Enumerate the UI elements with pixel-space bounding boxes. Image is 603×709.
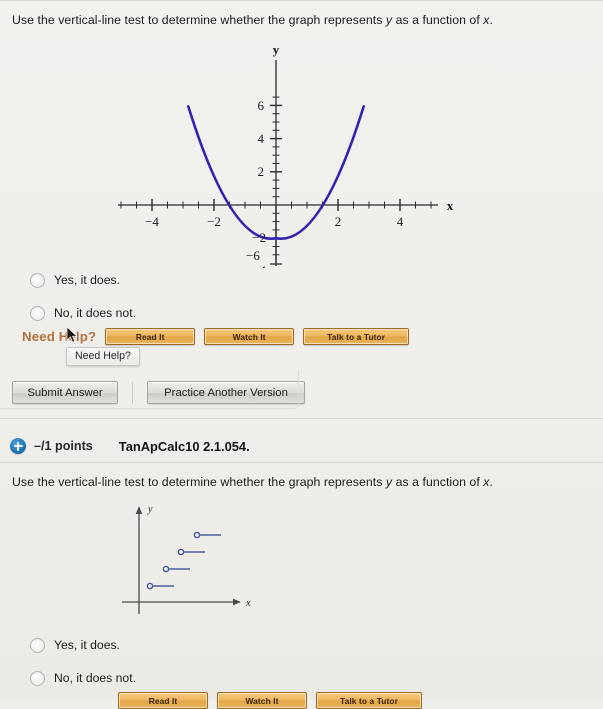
graph-1-axes xyxy=(118,60,438,262)
graph-2-step-function: y x xyxy=(112,498,272,616)
need-help-label-1: Need Help? xyxy=(22,329,97,344)
question-2-options: Yes, it does. No, it does not. xyxy=(30,633,136,690)
talk-to-a-tutor-button-1[interactable]: Talk to a Tutor xyxy=(303,328,410,345)
q2-prompt-mid: as a function of xyxy=(392,475,484,489)
radio-yes-2[interactable] xyxy=(30,637,45,653)
graph-2-open-endpoints xyxy=(146,531,201,590)
question-1-options: Yes, it does. No, it does not. xyxy=(30,268,136,325)
xtick-4: 4 xyxy=(397,214,404,229)
q2-prompt-suffix: . xyxy=(489,475,493,489)
section-2-bottom-divider xyxy=(0,462,603,463)
plus-circle-icon[interactable] xyxy=(10,438,26,454)
open-circle-2 xyxy=(162,565,170,573)
read-it-button-2[interactable]: Read It xyxy=(118,692,208,709)
xtick--4: −4 xyxy=(145,214,159,229)
ytick-4: 4 xyxy=(258,131,265,146)
option-label-yes-1: Yes, it does. xyxy=(54,273,120,287)
radio-no-1[interactable] xyxy=(30,305,45,321)
points-bar-2: –/1 points TanApCalc10 2.1.054. xyxy=(10,438,250,454)
graph-1-y-axis-lower xyxy=(270,205,282,266)
points-text-2: –/1 points xyxy=(34,439,93,453)
option-yes-it-does-1[interactable]: Yes, it does. xyxy=(30,268,136,292)
q1-prompt-prefix: Use the vertical-line test to determine … xyxy=(12,13,386,27)
page-root: Use the vertical-line test to determine … xyxy=(0,0,603,709)
graph-2-x-axis-label: x xyxy=(245,598,251,609)
graph-2-axes xyxy=(122,506,241,614)
option-label-no-1: No, it does not. xyxy=(54,306,136,320)
graph-1-x-axis-label: x xyxy=(447,198,454,213)
need-help-row-2: Read It Watch It Talk to a Tutor xyxy=(118,692,422,709)
watch-it-button-1[interactable]: Watch It xyxy=(204,328,295,345)
option-label-no-2: No, it does not. xyxy=(54,671,136,685)
need-help-tooltip: Need Help? xyxy=(66,347,140,366)
need-help-row-1: Need Help? Read It Watch It Talk to a Tu… xyxy=(22,328,410,345)
ytick--2: −2 xyxy=(252,230,266,245)
graph-1-tick-labels: −4 −2 2 4 6 4 2 −2 −4 −6 xyxy=(145,98,404,268)
watch-it-button-2[interactable]: Watch It xyxy=(217,692,307,709)
option-no-it-does-not-1[interactable]: No, it does not. xyxy=(30,301,136,325)
ytick-2: 2 xyxy=(258,164,265,179)
graph-2-svg: y x xyxy=(122,504,251,614)
assignment-code-2: TanApCalc10 2.1.054. xyxy=(118,438,250,454)
option-no-it-does-not-2[interactable]: No, it does not. xyxy=(30,666,136,690)
radio-yes-1[interactable] xyxy=(30,272,45,288)
open-circle-1 xyxy=(146,582,154,590)
graph-1-parabola: −4 −2 2 4 6 4 2 −2 −4 −6 y x xyxy=(108,40,458,268)
graph-1-y-axis-label: y xyxy=(273,42,280,57)
graph-2-y-axis-label: y xyxy=(147,504,153,515)
question-2-prompt: Use the vertical-line test to determine … xyxy=(12,475,592,490)
xtick--2: −2 xyxy=(207,214,221,229)
graph-1-ytick--6-label: −6 xyxy=(246,248,260,263)
radio-no-2[interactable] xyxy=(30,670,45,686)
graph-1-svg: −4 −2 2 4 6 4 2 −2 −4 −6 y x xyxy=(118,42,454,268)
graph-2-step-segments xyxy=(150,534,221,587)
xtick-2: 2 xyxy=(335,214,342,229)
q2-prompt-prefix: Use the vertical-line test to determine … xyxy=(12,475,386,489)
talk-to-a-tutor-button-2[interactable]: Talk to a Tutor xyxy=(316,692,422,709)
q1-prompt-suffix: . xyxy=(489,13,493,27)
question-1-panel-edge xyxy=(0,370,299,409)
option-yes-it-does-2[interactable]: Yes, it does. xyxy=(30,633,136,657)
q1-prompt-mid: as a function of xyxy=(392,13,484,27)
question-1-prompt: Use the vertical-line test to determine … xyxy=(12,13,592,28)
open-circle-4 xyxy=(193,531,201,539)
top-divider xyxy=(0,0,603,1)
read-it-button-1[interactable]: Read It xyxy=(105,328,196,345)
section-2-top-divider xyxy=(0,418,603,419)
option-label-yes-2: Yes, it does. xyxy=(54,638,120,652)
open-circle-3 xyxy=(177,548,185,556)
ytick-6: 6 xyxy=(258,98,265,113)
